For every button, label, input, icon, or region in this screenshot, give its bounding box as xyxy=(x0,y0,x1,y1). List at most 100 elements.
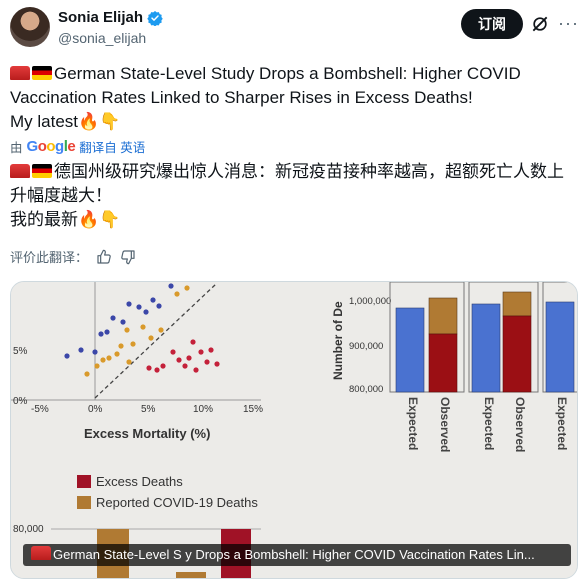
siren-icon xyxy=(31,546,51,560)
fire-icon: 🔥 xyxy=(78,210,100,229)
scatter-point xyxy=(98,331,104,337)
scatter-point xyxy=(182,363,188,369)
scatter-point xyxy=(154,367,160,373)
siren-icon xyxy=(10,66,30,80)
scatter-point xyxy=(126,301,132,307)
right-y-tick: 800,000 xyxy=(349,384,383,395)
cn-text-1: 德国州级研究爆出惊人消息：新冠疫苗接种率越高，超额死亡人数上 xyxy=(54,162,564,181)
scatter-point xyxy=(170,349,176,355)
scatter-point xyxy=(214,361,220,367)
scatter-point xyxy=(130,341,136,347)
right-y-label: Number of De xyxy=(331,301,345,380)
scatter-point xyxy=(94,363,100,369)
bar-reported-small xyxy=(176,572,206,578)
media-preview[interactable]: 5% 0% -5% 0% 5% 10% 15% Excess Mortality… xyxy=(10,281,578,579)
right-x-label: Expected xyxy=(555,397,569,450)
scatter-point xyxy=(110,315,116,321)
scatter-point xyxy=(190,339,196,345)
cn-latest-text: 我的最新 xyxy=(10,210,78,229)
legend-excess-deaths: Excess Deaths xyxy=(96,474,183,489)
x-tick: 5% xyxy=(141,404,156,415)
scatter-point xyxy=(92,349,98,355)
scatter-point xyxy=(148,335,154,341)
cn-line-1: 德国州级研究爆出惊人消息：新冠疫苗接种率越高，超额死亡人数上 xyxy=(10,160,575,184)
y-tick: 0% xyxy=(13,396,28,407)
google-letter: o xyxy=(46,138,56,155)
scatter-point xyxy=(198,349,204,355)
scatter-point xyxy=(193,367,199,373)
google-letter: g xyxy=(55,138,64,155)
more-options-icon[interactable]: ··· xyxy=(558,13,579,34)
y-tick: 5% xyxy=(13,346,28,357)
author-handle[interactable]: @sonia_elijah xyxy=(58,30,146,46)
author-name[interactable]: Sonia Elijah xyxy=(58,9,143,26)
author-name-row: Sonia Elijah xyxy=(58,9,163,26)
scatter-point xyxy=(78,347,84,353)
scatter-point xyxy=(174,291,180,297)
scatter-point xyxy=(160,363,166,369)
google-letter: G xyxy=(26,138,39,155)
scatter-point xyxy=(114,351,120,357)
grok-icon[interactable] xyxy=(530,14,550,34)
avatar[interactable] xyxy=(10,7,50,47)
cn-latest-line: 我的最新🔥👇 xyxy=(10,208,575,232)
scatter-point xyxy=(184,285,190,291)
right-y-tick: 900,000 xyxy=(349,341,383,352)
scatter-point xyxy=(126,359,132,365)
google-letter: e xyxy=(67,138,76,155)
legend-swatch-excess xyxy=(77,475,91,488)
scatter-point xyxy=(118,343,124,349)
scatter-point xyxy=(106,355,112,361)
legend-swatch-reported xyxy=(77,496,91,509)
scatter-point xyxy=(104,329,110,335)
verified-badge-icon xyxy=(147,10,163,26)
post-text-en: German State-Level Study Drops a Bombshe… xyxy=(10,62,575,134)
scatter-point xyxy=(84,371,90,377)
scatter-point xyxy=(140,324,146,330)
pointing-down-icon: 👇 xyxy=(99,210,121,229)
caption-text: German State-Level S y Drops a Bombshell… xyxy=(53,547,535,562)
bar-observed-2-red xyxy=(502,315,532,393)
subscribe-button[interactable]: 订阅 xyxy=(461,9,523,39)
scatter-point xyxy=(186,355,192,361)
germany-flag-icon xyxy=(32,66,52,80)
bar-expected-2 xyxy=(471,303,501,393)
x-tick: 15% xyxy=(243,404,263,415)
title-line-2: Vaccination Rates Linked to Sharper Rise… xyxy=(10,88,473,107)
rate-translation: 评价此翻译： xyxy=(10,247,136,266)
translated-from-link[interactable]: 翻译自 英语 xyxy=(79,137,145,156)
translated-by-label: 由 xyxy=(10,141,23,155)
bar-expected-3 xyxy=(545,301,575,393)
thumbs-up-icon[interactable] xyxy=(96,249,112,265)
title-text-1: German State-Level Study Drops a Bombshe… xyxy=(54,64,521,83)
scatter-point xyxy=(143,309,149,315)
scatter-point xyxy=(168,283,174,289)
scatter-point xyxy=(100,357,106,363)
latest-line: My latest🔥👇 xyxy=(10,110,575,134)
post-header: Sonia Elijah @sonia_elijah 订阅 ··· xyxy=(0,0,585,56)
scatter-point xyxy=(156,303,162,309)
scatter-point xyxy=(64,353,70,359)
right-y-tick: 1,000,000 xyxy=(349,296,391,307)
right-x-label: Expected xyxy=(406,397,420,450)
bar-observed-2-tan xyxy=(502,291,532,317)
right-x-label: Observed xyxy=(513,397,527,452)
x-tick: -5% xyxy=(31,404,49,415)
right-x-label: Expected xyxy=(482,397,496,450)
scatter-point xyxy=(146,365,152,371)
x-axis-label: Excess Mortality (%) xyxy=(84,426,210,441)
rate-label: 评价此翻译： xyxy=(10,250,89,265)
germany-flag-icon xyxy=(32,164,52,178)
bar-observed-1-tan xyxy=(428,297,458,335)
cn-line-2: 升幅度越大！ xyxy=(10,186,112,205)
post-text-cn: 德国州级研究爆出惊人消息：新冠疫苗接种率越高，超额死亡人数上 升幅度越大！ 我的… xyxy=(10,160,575,232)
x-tick: 0% xyxy=(88,404,103,415)
scatter-point xyxy=(208,347,214,353)
bottom-y-tick: 80,000 xyxy=(13,524,44,535)
x-tick: 10% xyxy=(193,404,213,415)
right-x-label: Observed xyxy=(438,397,452,452)
scatter-point xyxy=(158,327,164,333)
thumbs-down-icon[interactable] xyxy=(120,249,136,265)
bar-expected-1 xyxy=(395,307,425,393)
latest-text: My latest xyxy=(10,112,79,131)
